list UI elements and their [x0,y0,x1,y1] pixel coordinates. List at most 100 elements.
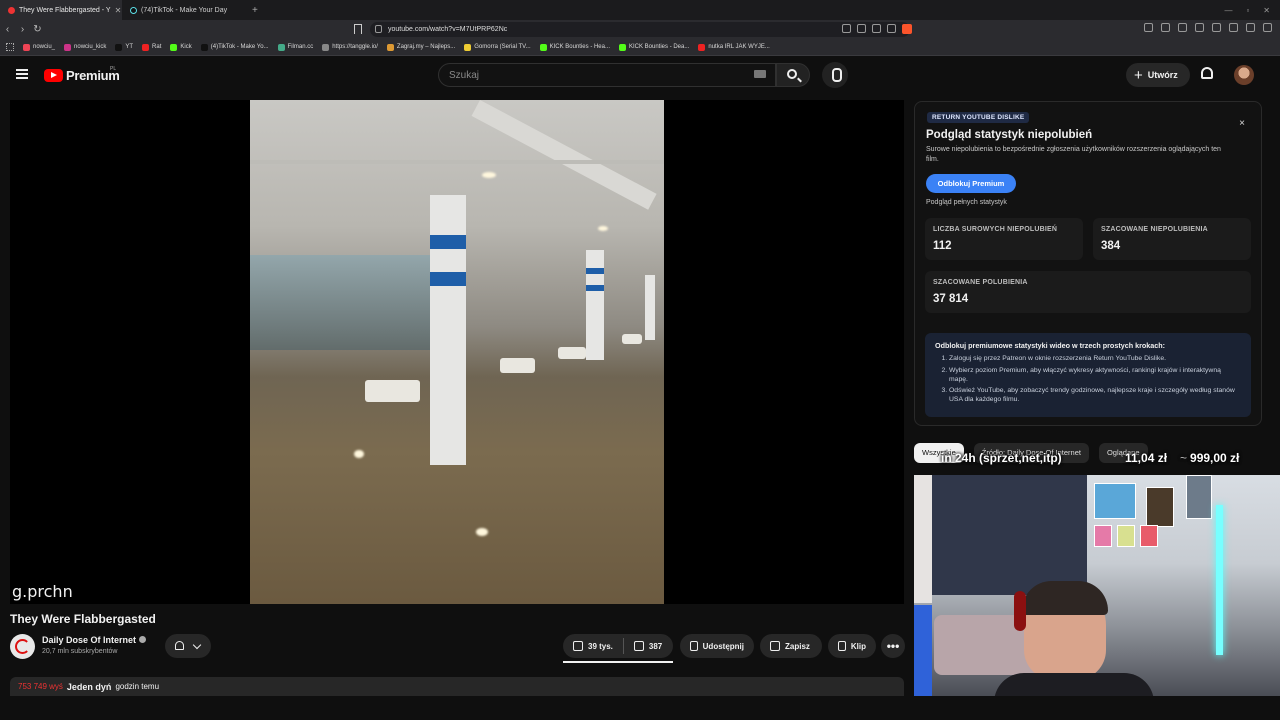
subscriber-count: 20,7 mln subskrybentów [42,648,118,655]
bookmark-icon[interactable] [354,24,362,34]
extensions-pin-icon[interactable] [887,24,896,33]
streamer-shirt [994,673,1154,696]
thumbs-down-icon [633,641,644,651]
close-window-icon[interactable]: ✕ [1263,6,1270,15]
description-bar[interactable]: 753 749 wyś Jeden dyń godzin temu [10,677,904,696]
bookmark-item[interactable]: nutka IRL JAK WYJE... [698,43,770,51]
channel-name[interactable]: Daily Dose Of Internet [42,635,147,645]
save-button[interactable]: Zapisz [760,634,822,658]
video-frame[interactable] [250,100,664,604]
bookmark-item[interactable]: Kick [170,43,192,51]
panel-description: Surowe niepolubienia to bezpośrednie zgł… [926,146,1221,163]
unlock-premium-button[interactable]: Odblokuj Premium [926,174,1016,193]
menu-icon[interactable] [1263,23,1272,32]
bookmark-item[interactable]: https://tanggle.io/ [322,43,378,51]
bookmark-item[interactable]: Zagraj.my – Najleps... [386,43,455,51]
bookmark-item[interactable]: Gomorra (Serial TV... [464,43,531,51]
extension-icon[interactable] [1246,23,1255,32]
raw-dislikes-card: LICZBA SUROWYCH NIEPOLUBIEŃ 112 [925,218,1083,260]
estimated-likes-card: SZACOWANE POLUBIENIA 37 814 [925,271,1251,313]
ceiling-light [482,172,496,178]
stream-overlay-banner: in 24h (sprzet,net,itp) 11,04 zł ~999,00… [930,449,1270,467]
voice-search-icon[interactable] [822,62,848,88]
tab-tiktok[interactable]: (74)TikTok - Make Your Day [122,0,244,20]
channel-avatar[interactable] [10,634,35,659]
like-button[interactable]: 39 tys. [563,634,623,658]
extension-icon[interactable] [1161,23,1170,32]
brave-shield-icon[interactable] [902,24,912,34]
ceiling-beam [471,100,657,210]
share-button[interactable]: Udostępnij [680,634,754,658]
thumbs-up-icon [573,641,583,651]
extension-icon[interactable] [1195,23,1204,32]
url-text: youtube.com/watch?v=M7UtPRP62Nc [388,26,508,33]
like-count: 39 tys. [588,641,613,651]
cast-icon[interactable] [857,24,866,33]
toolbar-icons [1144,23,1272,32]
more-actions-button[interactable]: ••• [881,634,905,658]
preview-stats-link[interactable]: Podgląd pełnych statystyk [926,199,1007,206]
dark-wall [932,475,1087,595]
bookmark-item[interactable]: KICK Bounties - Hea... [539,43,610,51]
keyboard-icon[interactable] [754,70,766,78]
hamburger-menu-icon[interactable] [16,69,28,79]
youtube-logo[interactable]: Premium [44,68,120,83]
share-page-icon[interactable] [872,24,881,33]
subscription-bell-button[interactable] [165,634,211,658]
apps-grid-icon[interactable] [6,43,14,51]
webcam-edge [914,605,932,696]
bookmark-item[interactable]: YT [115,43,133,51]
bollard [622,334,642,344]
minimize-icon[interactable]: — [1224,6,1232,15]
overlay-target: ~999,00 zł [1180,451,1240,465]
pillar-stripe [586,285,604,291]
back-icon[interactable]: ‹ [0,24,15,35]
step-item: Zaloguj się przez Patreon w oknie rozsze… [949,355,1241,364]
bookmark-item[interactable]: nowciu_ [23,43,55,51]
extension-icon[interactable] [1144,23,1153,32]
wall-poster [1186,475,1212,519]
bookmark-item[interactable]: KICK Bounties - Dea... [619,43,689,51]
video-watermark: g.prchn [12,582,73,601]
country-code: PL [110,66,117,72]
dislike-button[interactable]: 387 [624,634,672,658]
view-count: 753 749 wyś [18,682,63,691]
clip-button[interactable]: Klip [828,634,876,658]
pillar-stripe [586,268,604,274]
close-tab-icon[interactable]: ✕ [115,6,122,15]
plus-icon: + [1134,66,1143,84]
ceiling-light [598,226,608,231]
share-icon [690,641,698,651]
glass-facade [250,255,460,350]
create-button[interactable]: + Utwórz [1126,63,1190,87]
forward-icon[interactable]: › [15,24,30,35]
maximize-icon[interactable]: ▫ [1246,6,1249,15]
headset [1014,591,1026,631]
bookmark-item[interactable]: Filman.cc [277,43,313,51]
zoom-icon[interactable] [842,24,851,33]
search-button[interactable] [776,63,810,87]
panel-heading: Podgląd statystyk niepolubień [926,129,1093,141]
extension-icon[interactable] [1229,23,1238,32]
extension-icon[interactable] [1178,23,1187,32]
notifications-icon[interactable] [1201,67,1213,79]
tab-youtube[interactable]: They Were Flabbergasted - Y ✕ [0,0,122,20]
site-info-icon[interactable] [375,25,382,33]
reload-icon[interactable]: ↻ [30,24,45,35]
close-icon[interactable]: × [1239,118,1245,129]
avatar[interactable] [1234,65,1254,85]
return-dislike-panel: RETURN YOUTUBE DISLIKE × Podgląd statyst… [914,101,1262,426]
search-input[interactable]: Szukaj [438,63,776,87]
url-field[interactable]: youtube.com/watch?v=M7UtPRP62Nc [370,22,910,37]
new-tab-icon[interactable]: + [244,5,266,16]
bollard [558,347,586,359]
wall-poster [1117,525,1135,547]
extension-icon[interactable] [1212,23,1221,32]
bookmark-item[interactable]: nowciu_kick [64,43,106,51]
pillar [645,275,655,340]
bookmark-item[interactable]: (4)TikTok - Make Yo... [200,43,269,51]
bookmark-item[interactable]: Rat [142,43,161,51]
water-reflection [354,450,364,458]
bollard [500,358,535,373]
wall-poster [1146,487,1174,527]
